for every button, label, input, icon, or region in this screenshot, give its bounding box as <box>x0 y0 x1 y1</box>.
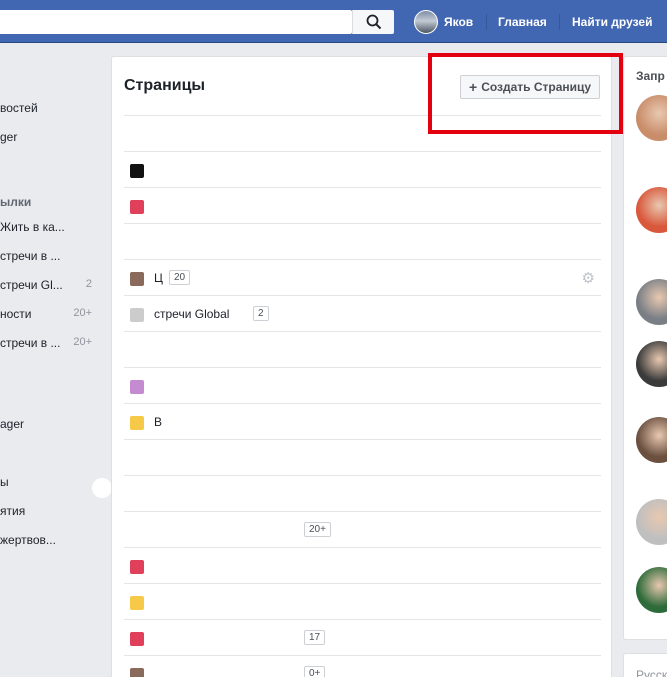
page-row[interactable]: 0+ <box>124 655 601 677</box>
page-row[interactable] <box>124 475 601 511</box>
sidebar-section-heading: ылки <box>0 195 32 209</box>
avatar <box>414 9 438 34</box>
page-row[interactable] <box>124 187 601 223</box>
find-friends-link[interactable]: Найти друзей <box>572 0 652 43</box>
create-page-label: Создать Страницу <box>481 80 592 94</box>
sidebar-item[interactable]: стречи в ... <box>0 249 100 267</box>
notification-count: 20+ <box>304 522 331 537</box>
nav-divider <box>486 14 487 30</box>
page-row[interactable] <box>124 115 601 151</box>
friend-avatar[interactable] <box>636 279 667 325</box>
page-row[interactable]: стречи Global 2 <box>124 295 601 331</box>
language-title: Русск <box>636 668 667 677</box>
notification-count: 17 <box>304 630 326 645</box>
pages-panel: Страницы + Создать Страницу Ц 20 ⚙ стречи G… <box>111 56 612 677</box>
home-link[interactable]: Главная <box>498 0 547 43</box>
page-name: Ц <box>154 271 163 285</box>
gear-icon[interactable]: ⚙ <box>582 269 595 287</box>
sidebar-item[interactable]: стречи Gl... 2 <box>0 278 100 296</box>
create-page-button[interactable]: + Создать Страницу <box>460 75 601 99</box>
page-row[interactable] <box>124 547 601 583</box>
page-row[interactable]: 20+ <box>124 511 601 547</box>
sidebar-scroll-handle[interactable] <box>92 478 112 498</box>
page-icon <box>130 596 144 610</box>
sidebar-item[interactable]: востей <box>0 101 100 119</box>
page-row[interactable] <box>124 151 601 187</box>
page-title: Страницы <box>124 77 206 94</box>
friend-avatar[interactable] <box>636 499 667 545</box>
top-navigation-bar: Яков Главная Найти друзей <box>0 0 667 43</box>
friend-avatar[interactable] <box>636 417 667 463</box>
page-icon <box>130 416 144 430</box>
nav-divider <box>559 14 560 30</box>
page-icon <box>130 164 144 178</box>
page-row[interactable] <box>124 367 601 403</box>
find-friends-label: Найти друзей <box>572 14 653 29</box>
sidebar-item-count: 20+ <box>73 336 92 348</box>
sidebar-item[interactable]: ager <box>0 417 100 435</box>
page-icon <box>130 272 144 286</box>
sidebar-item-count: 20+ <box>73 307 92 319</box>
friend-avatar[interactable] <box>636 95 667 141</box>
page-icon <box>130 308 144 322</box>
sidebar-item[interactable]: стречи в ... 20+ <box>0 336 100 354</box>
page-row[interactable] <box>124 583 601 619</box>
sidebar-item[interactable]: Жить в ка... <box>0 220 100 238</box>
friend-avatar[interactable] <box>636 567 667 613</box>
search-icon <box>366 14 381 30</box>
page-row[interactable] <box>124 439 601 475</box>
sidebar-item[interactable]: ности 20+ <box>0 307 100 325</box>
friend-avatar[interactable] <box>636 187 667 233</box>
friend-requests-title: Запр <box>636 69 665 83</box>
page-row[interactable] <box>124 331 601 367</box>
notification-count: 20 <box>169 270 191 285</box>
search-button[interactable] <box>352 10 394 34</box>
page-icon <box>130 200 144 214</box>
sidebar-item[interactable]: ятия <box>0 504 100 522</box>
page-row[interactable] <box>124 223 601 259</box>
page-icon <box>130 632 144 646</box>
sidebar-item[interactable]: ger <box>0 130 100 148</box>
page-row[interactable]: В <box>124 403 601 439</box>
plus-icon: + <box>469 79 478 95</box>
profile-link[interactable]: Яков <box>414 0 473 43</box>
sidebar-item[interactable]: жертвов... <box>0 533 100 551</box>
friend-requests-panel: Запр <box>623 56 667 640</box>
language-panel: Русск <box>623 653 667 677</box>
home-label: Главная <box>498 14 547 29</box>
page-name: В <box>154 415 163 429</box>
page-row[interactable]: 17 <box>124 619 601 655</box>
page-name: стречи Global <box>154 307 230 321</box>
profile-name: Яков <box>444 14 474 29</box>
notification-count: 2 <box>253 306 269 321</box>
notification-count: 0+ <box>304 666 326 677</box>
search-input[interactable] <box>0 10 352 34</box>
page-icon <box>130 380 144 394</box>
page-icon <box>130 668 144 677</box>
page-row[interactable]: Ц 20 ⚙ <box>124 259 601 295</box>
page-icon <box>130 560 144 574</box>
sidebar-item-count: 2 <box>85 278 92 290</box>
sidebar-item[interactable]: ы <box>0 475 100 493</box>
friend-avatar[interactable] <box>636 341 667 387</box>
